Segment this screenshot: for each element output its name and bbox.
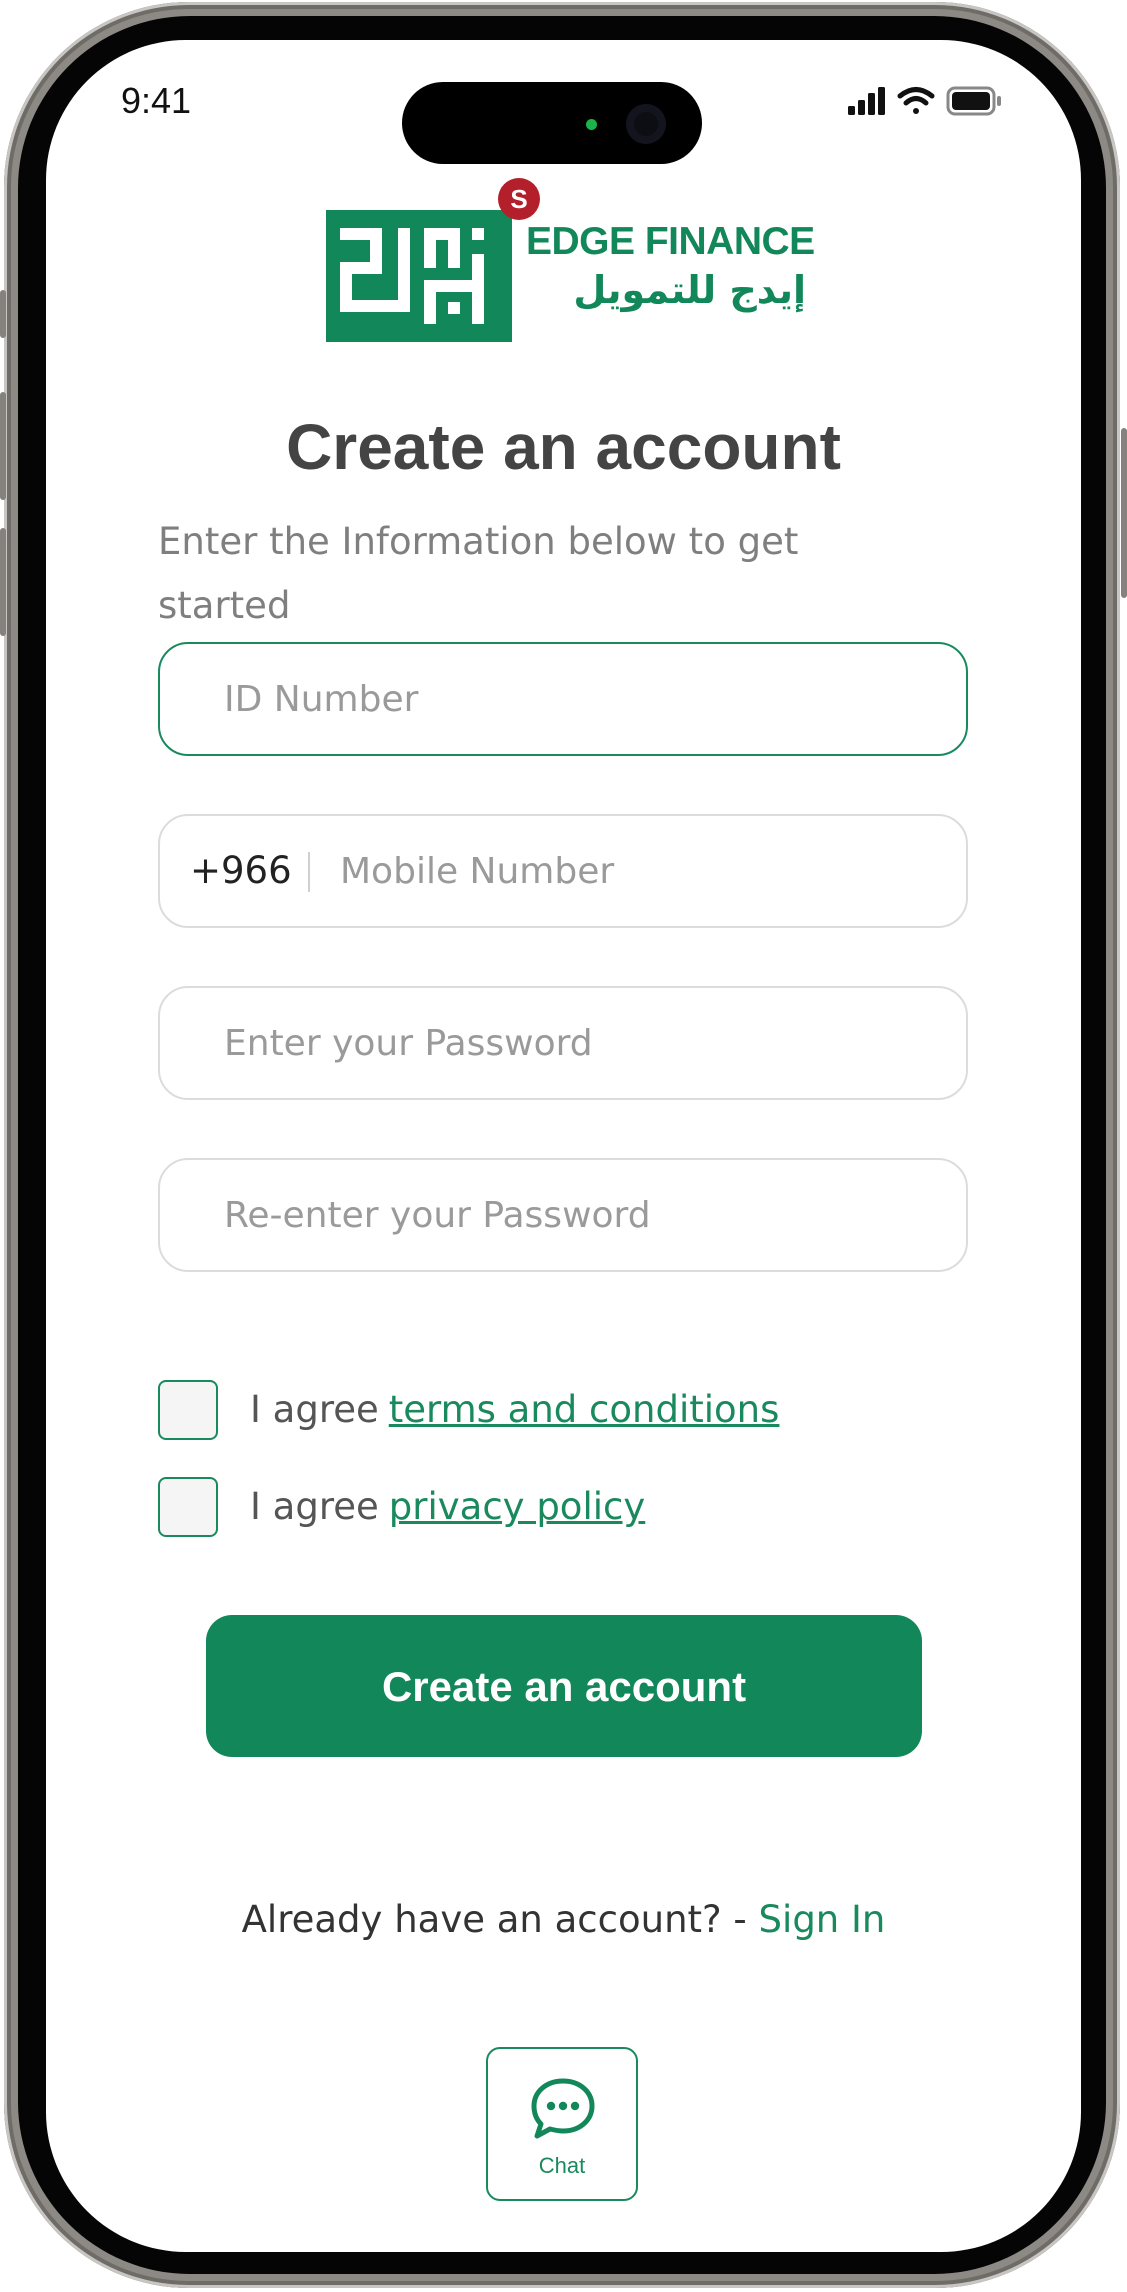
privacy-agreement-text: I agree privacy policy bbox=[250, 1477, 645, 1537]
password-field[interactable] bbox=[158, 986, 968, 1100]
power-button bbox=[1121, 428, 1127, 598]
page-title: Create an account bbox=[286, 411, 841, 483]
country-code-prefix: +966 bbox=[190, 849, 292, 892]
terms-checkbox[interactable] bbox=[158, 1380, 218, 1440]
id-number-input[interactable] bbox=[224, 644, 924, 754]
cellular-signal-icon bbox=[848, 87, 885, 115]
sign-in-link[interactable]: Sign In bbox=[759, 1898, 886, 1941]
app-screen: 9:41 S EDGE FINANCE إيدج للتمويل Create … bbox=[46, 40, 1081, 2252]
status-icons bbox=[848, 86, 1001, 116]
prefix-divider bbox=[308, 852, 310, 892]
edge-logo-icon bbox=[326, 210, 512, 342]
confirm-password-field[interactable] bbox=[158, 1158, 968, 1272]
signin-prompt-text: Already have an account? - bbox=[241, 1898, 747, 1941]
confirm-password-input[interactable] bbox=[224, 1160, 924, 1270]
mobile-number-input[interactable] bbox=[340, 816, 940, 926]
privacy-policy-link[interactable]: privacy policy bbox=[389, 1485, 645, 1528]
front-camera-icon bbox=[626, 104, 666, 144]
terms-agreement-text: I agree terms and conditions bbox=[250, 1380, 779, 1440]
signin-prompt: Already have an account? - Sign In bbox=[46, 1898, 1081, 1941]
logo-badge: S bbox=[498, 178, 540, 220]
terms-and-conditions-link[interactable]: terms and conditions bbox=[389, 1388, 780, 1431]
camera-indicator-icon bbox=[586, 119, 597, 130]
chat-button[interactable]: Chat bbox=[486, 2047, 638, 2201]
chat-bubble-icon bbox=[531, 2078, 595, 2139]
terms-agree-label: I agree bbox=[250, 1388, 379, 1431]
battery-icon bbox=[946, 86, 1001, 116]
volume-up-button bbox=[0, 392, 6, 500]
mobile-number-field[interactable]: +966 bbox=[158, 814, 968, 928]
privacy-agree-label: I agree bbox=[250, 1485, 379, 1528]
create-account-button[interactable]: Create an account bbox=[206, 1615, 922, 1757]
page-subtitle: Enter the Information below to get start… bbox=[158, 520, 799, 627]
wifi-icon bbox=[897, 87, 935, 114]
password-input[interactable] bbox=[224, 988, 924, 1098]
id-number-field[interactable] bbox=[158, 642, 968, 756]
dynamic-island bbox=[402, 82, 702, 164]
action-button bbox=[0, 290, 6, 338]
brand-name-arabic: إيدج للتمويل bbox=[573, 268, 806, 312]
brand-name-english: EDGE FINANCE bbox=[526, 220, 815, 263]
status-time: 9:41 bbox=[121, 80, 192, 121]
privacy-checkbox[interactable] bbox=[158, 1477, 218, 1537]
volume-down-button bbox=[0, 528, 6, 636]
chat-label: Chat bbox=[538, 2153, 586, 2178]
